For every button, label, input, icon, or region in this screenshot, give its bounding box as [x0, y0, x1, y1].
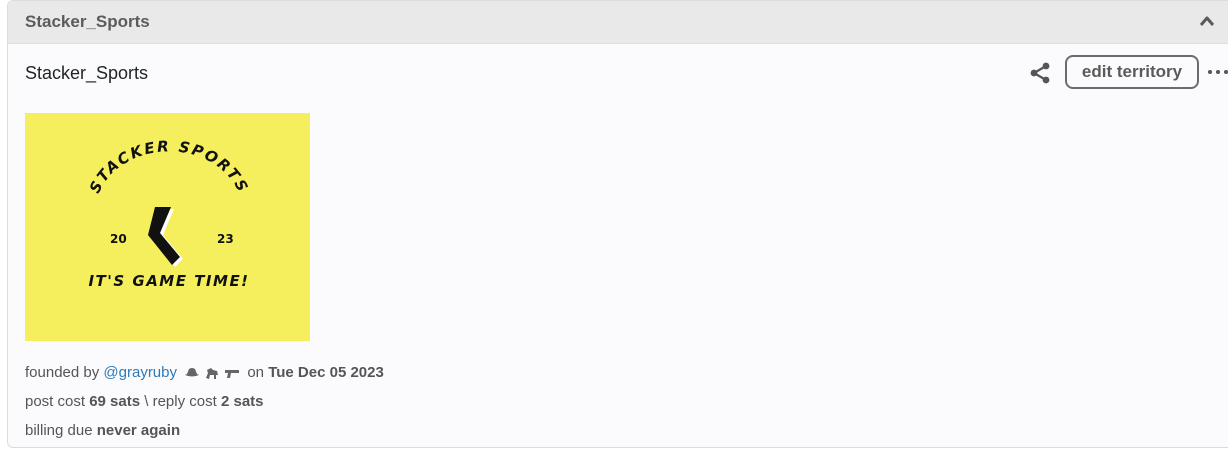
- founder-link[interactable]: @grayruby: [103, 364, 177, 381]
- cowboy-hat-icon[interactable]: [184, 366, 200, 380]
- founded-line: founded by @grayruby on Tue Dec 05 2023: [25, 364, 384, 381]
- chevron-up-icon[interactable]: [1199, 15, 1215, 27]
- logo-arc-text: STACKER SPORTS: [86, 137, 251, 196]
- share-icon[interactable]: [1028, 61, 1052, 85]
- logo-year-left: 20: [110, 232, 127, 246]
- billing-value: never again: [96, 422, 181, 439]
- card-header[interactable]: Stacker_Sports: [8, 1, 1228, 44]
- edit-territory-button[interactable]: edit territory: [1065, 55, 1199, 89]
- post-cost-value: 69 sats: [89, 393, 141, 410]
- more-options-icon[interactable]: [1207, 66, 1228, 78]
- logo-year-right: 23: [217, 232, 234, 246]
- cost-line: post cost 69 sats \ reply cost 2 sats: [25, 393, 264, 410]
- territory-logo: STACKER SPORTS 20 23 IT'S GAME TIME!: [25, 113, 310, 341]
- horse-icon[interactable]: [204, 366, 220, 380]
- reply-cost-value: 2 sats: [220, 393, 264, 410]
- territory-card: Stacker_Sports Stacker_Sports edit terri…: [7, 0, 1228, 448]
- post-cost-label: post cost: [25, 393, 86, 410]
- logo-tagline: IT'S GAME TIME!: [88, 272, 249, 290]
- billing-label: billing due: [25, 422, 93, 439]
- billing-line: billing due never again: [25, 422, 180, 439]
- stacker-sports-logo-image: STACKER SPORTS 20 23 IT'S GAME TIME!: [86, 137, 253, 290]
- founded-date: Tue Dec 05 2023: [268, 364, 384, 381]
- gun-icon[interactable]: [224, 366, 240, 380]
- cost-separator: \: [144, 393, 149, 410]
- header-title: Stacker_Sports: [25, 12, 150, 31]
- svg-text:STACKER SPORTS: STACKER SPORTS: [86, 137, 253, 196]
- founded-prefix: founded by: [25, 364, 100, 381]
- on-label: on: [247, 364, 265, 381]
- reply-cost-label: reply cost: [152, 393, 217, 410]
- territory-name: Stacker_Sports: [25, 63, 149, 83]
- user-badges: [184, 366, 240, 380]
